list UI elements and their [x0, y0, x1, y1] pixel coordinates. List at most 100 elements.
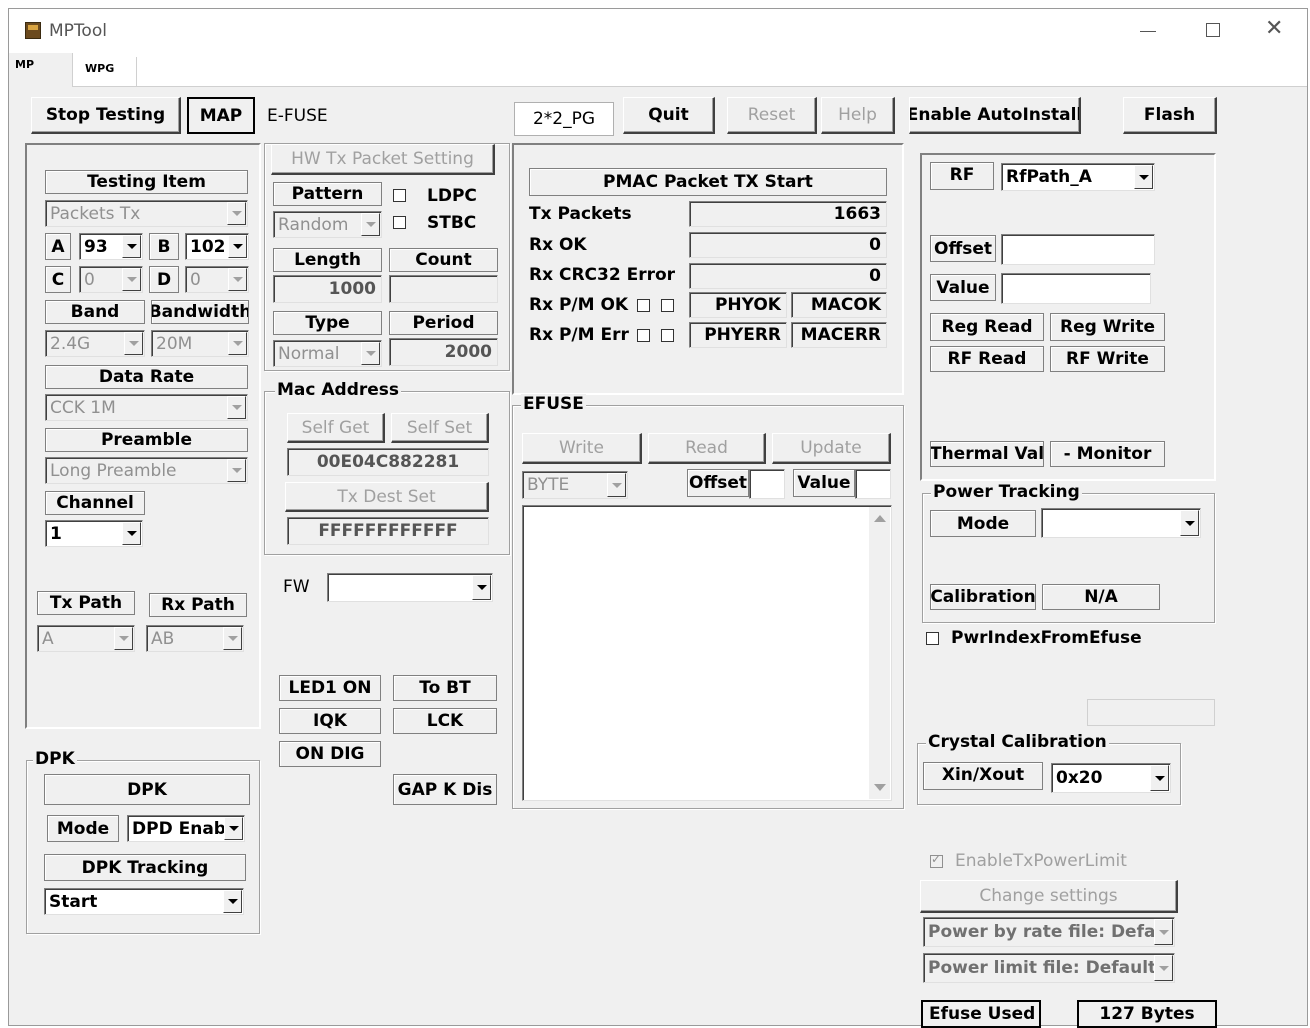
tx-dest-set-button[interactable]: Tx Dest Set: [285, 482, 489, 512]
scroll-up-icon[interactable]: [874, 515, 886, 522]
scrollbar[interactable]: [869, 507, 890, 799]
efuse-output-area[interactable]: [522, 505, 892, 801]
rf-value-field[interactable]: [1001, 273, 1151, 304]
period-field[interactable]: 2000: [389, 338, 498, 366]
stbc-checkbox[interactable]: [393, 216, 406, 229]
power-by-rate-select[interactable]: Power by rate file: Defaul: [923, 917, 1175, 947]
maximize-icon[interactable]: [1206, 23, 1220, 37]
efuse-write-button[interactable]: Write: [522, 433, 642, 464]
rx-pm-ok-label: Rx P/M OK: [529, 295, 629, 315]
scroll-down-icon[interactable]: [874, 784, 886, 791]
reg-read-button[interactable]: Reg Read: [930, 313, 1044, 341]
tab-strip: MP WPG: [9, 53, 1307, 87]
ldpc-checkbox[interactable]: [393, 189, 406, 202]
chevron-down-icon: [1150, 765, 1169, 791]
rx-pm-err-checkbox-2[interactable]: [661, 329, 674, 342]
dpk-mode-select[interactable]: DPD Enab: [127, 815, 245, 842]
change-settings-button[interactable]: Change settings: [920, 880, 1178, 913]
a-select[interactable]: 93: [79, 233, 143, 260]
calibration-label: Calibration: [930, 584, 1036, 610]
testing-item-select[interactable]: Packets Tx: [45, 200, 248, 227]
pwr-index-checkbox[interactable]: [926, 632, 939, 645]
monitor-button[interactable]: - Monitor: [1050, 441, 1165, 467]
bandwidth-select[interactable]: 20M: [151, 330, 249, 357]
reg-write-button[interactable]: Reg Write: [1050, 313, 1165, 341]
macok-field: MACOK: [791, 292, 887, 318]
rx-pm-ok-checkbox-2[interactable]: [661, 299, 674, 312]
phyok-field: PHYOK: [689, 292, 787, 318]
tab-wpg[interactable]: WPG: [73, 57, 137, 87]
efuse-group-title: EFUSE: [521, 394, 586, 414]
iqk-button[interactable]: IQK: [279, 708, 381, 734]
preamble-select[interactable]: Long Preamble: [45, 457, 248, 484]
enable-tx-power-limit-checkbox[interactable]: ✓: [930, 852, 943, 868]
rf-path-select[interactable]: RfPath_A: [1001, 163, 1155, 191]
d-select[interactable]: 0: [185, 266, 249, 293]
efuse-offset-field[interactable]: [749, 469, 785, 499]
on-dig-button[interactable]: ON DIG: [279, 741, 381, 767]
type-select[interactable]: Normal: [273, 340, 382, 367]
rx-pm-ok-checkbox-1[interactable]: [637, 299, 650, 312]
help-button[interactable]: Help: [821, 97, 895, 134]
mac-address-field[interactable]: 00E04C882281: [287, 448, 489, 476]
channel-select[interactable]: 1: [45, 520, 143, 547]
minimize-icon[interactable]: [1140, 31, 1156, 32]
pt-mode-select[interactable]: [1041, 508, 1201, 538]
fw-select[interactable]: [327, 573, 493, 602]
count-field[interactable]: [389, 275, 498, 303]
power-limit-select[interactable]: Power limit file: Default: [923, 953, 1175, 983]
c-select[interactable]: 0: [79, 266, 143, 293]
map-button[interactable]: MAP: [187, 97, 255, 134]
thermal-val-button[interactable]: Thermal Val: [930, 441, 1044, 467]
tx-packets-field: 1663: [689, 201, 887, 227]
dest-address-field[interactable]: FFFFFFFFFFFF: [287, 517, 489, 545]
stop-testing-button[interactable]: Stop Testing: [31, 97, 181, 134]
data-rate-select[interactable]: CCK 1M: [45, 394, 248, 421]
workspace: Stop Testing MAP E-FUSE 2*2_PG Quit Rese…: [9, 87, 1307, 1028]
lck-button[interactable]: LCK: [393, 708, 497, 734]
pattern-select[interactable]: Random: [273, 211, 382, 238]
xin-xout-select[interactable]: 0x20: [1051, 763, 1171, 793]
hw-tx-packet-setting-button[interactable]: HW Tx Packet Setting: [271, 144, 495, 175]
pmac-start-button[interactable]: PMAC Packet TX Start: [529, 168, 887, 196]
channel-label: Channel: [45, 491, 145, 515]
efuse-offset-label: Offset: [687, 469, 749, 497]
efuse-update-button[interactable]: Update: [772, 433, 891, 464]
rf-read-button[interactable]: RF Read: [930, 346, 1044, 372]
chevron-down-icon: [124, 332, 143, 355]
band-select[interactable]: 2.4G: [45, 330, 145, 357]
chevron-down-icon: [228, 235, 247, 258]
quit-button[interactable]: Quit: [623, 97, 715, 134]
b-select[interactable]: 102: [185, 233, 249, 260]
led1-on-button[interactable]: LED1 ON: [279, 675, 381, 701]
tx-path-select[interactable]: A: [37, 625, 135, 652]
rx-path-label: Rx Path: [149, 593, 247, 617]
pg-button[interactable]: 2*2_PG: [514, 102, 614, 136]
reset-button[interactable]: Reset: [727, 97, 817, 134]
chevron-down-icon: [122, 235, 141, 258]
rf-offset-field[interactable]: [1001, 234, 1155, 265]
to-bt-button[interactable]: To BT: [393, 675, 497, 701]
self-get-button[interactable]: Self Get: [287, 413, 385, 443]
efuse-read-button[interactable]: Read: [648, 433, 766, 464]
self-set-button[interactable]: Self Set: [391, 413, 489, 443]
flash-button[interactable]: Flash: [1123, 97, 1217, 134]
rx-path-select[interactable]: AB: [146, 625, 244, 652]
enable-autoinstall-button[interactable]: Enable AutoInstall: [909, 97, 1081, 134]
rx-pm-err-checkbox-1[interactable]: [637, 329, 650, 342]
rf-write-button[interactable]: RF Write: [1050, 346, 1165, 372]
chevron-down-icon: [114, 627, 133, 650]
chevron-down-icon: [228, 268, 247, 291]
gap-k-dis-button[interactable]: GAP K Dis: [393, 774, 497, 805]
efuse-unit-select[interactable]: BYTE: [522, 471, 628, 499]
status-field: [1087, 699, 1215, 726]
tab-mp[interactable]: MP: [9, 53, 73, 87]
dpk-button[interactable]: DPK: [44, 774, 250, 805]
power-tracking-title: Power Tracking: [931, 482, 1082, 502]
chevron-down-icon: [122, 522, 141, 545]
dpk-tracking-select[interactable]: Start: [44, 888, 244, 915]
efuse-value-field[interactable]: [855, 469, 891, 499]
pt-mode-label: Mode: [930, 510, 1036, 537]
length-field[interactable]: 1000: [273, 275, 382, 303]
close-icon[interactable]: ✕: [1265, 18, 1283, 40]
